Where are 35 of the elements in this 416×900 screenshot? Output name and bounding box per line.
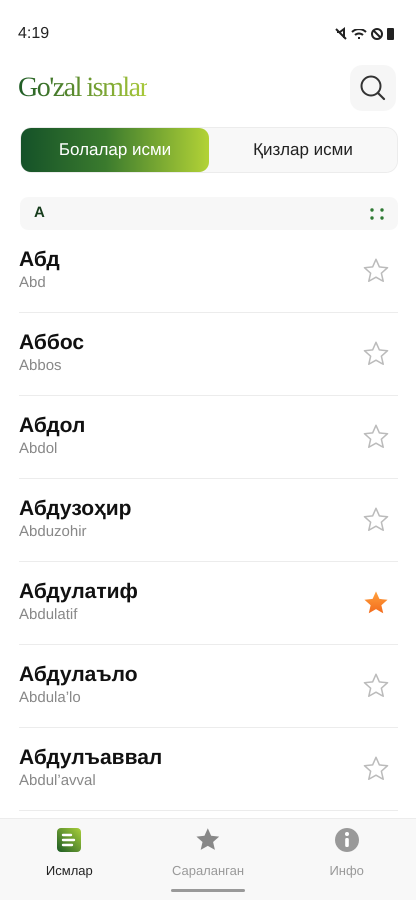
mute-icon — [335, 27, 347, 41]
block-icon — [371, 28, 383, 40]
list-icon — [56, 827, 82, 853]
battery-icon — [387, 28, 394, 40]
tab[interactable]: Қизлар исми — [209, 128, 397, 172]
name-title: Аббос — [19, 330, 84, 356]
name-latin: Abdula’lo — [19, 688, 82, 708]
section-letter: А — [34, 203, 45, 224]
status-time: 4:19 — [18, 24, 50, 44]
name-title: Абдузоҳир — [19, 496, 132, 522]
favorite-star-icon[interactable] — [362, 755, 390, 783]
favorite-star-icon[interactable] — [362, 423, 390, 451]
wifi-icon — [351, 29, 367, 39]
info-icon — [334, 827, 360, 853]
name-latin: Abdul’avval — [19, 771, 97, 792]
name-latin: Abd — [19, 273, 47, 294]
name-title: Абд — [19, 247, 60, 272]
search-icon — [359, 74, 387, 102]
name-title: Абдулаъло — [19, 662, 138, 688]
nav-tab[interactable]: Исмлар — [0, 819, 139, 900]
grid-icon[interactable] — [370, 208, 384, 220]
name-latin: Abdulatif — [19, 605, 78, 626]
name-latin: Abdol — [19, 439, 58, 460]
name-title: Абдол — [19, 413, 86, 438]
favorite-star-icon[interactable] — [362, 340, 390, 368]
name-latin: Abbos — [19, 356, 63, 376]
favorite-star-icon[interactable] — [362, 672, 390, 700]
favorite-star-icon[interactable] — [362, 506, 390, 534]
name-latin: Abduzohir — [19, 522, 88, 542]
favorite-star-icon[interactable] — [362, 257, 390, 285]
name-title: Абдулъаввал — [19, 745, 162, 770]
search-button[interactable] — [350, 65, 396, 111]
tab[interactable]: Болалар исми — [21, 128, 209, 172]
star-icon — [195, 827, 221, 853]
name-title: Абдулатиф — [19, 579, 138, 604]
